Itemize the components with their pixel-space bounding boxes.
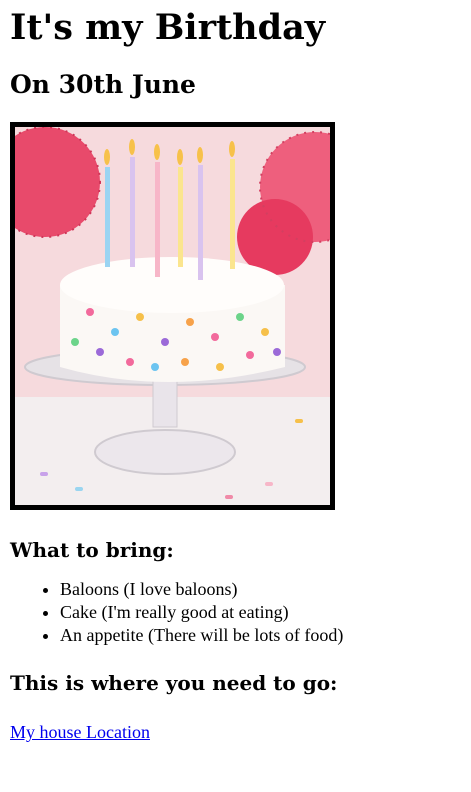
- house-location-link[interactable]: My house Location: [10, 721, 150, 743]
- list-item: An appetite (There will be lots of food): [60, 624, 461, 647]
- bring-list: Baloons (I love baloons) Cake (I'm reall…: [10, 578, 461, 647]
- page: It's my Birthday On 30th June What to br…: [0, 0, 471, 743]
- page-title: It's my Birthday: [10, 7, 326, 48]
- birthday-cake-image: [15, 127, 330, 505]
- list-item: Cake (I'm really good at eating): [60, 601, 461, 624]
- cake-photo: [10, 122, 335, 510]
- location-heading: This is where you need to go:: [10, 671, 338, 695]
- list-item: Baloons (I love baloons): [60, 578, 461, 601]
- date-heading: On 30th June: [10, 70, 196, 99]
- what-to-bring-heading: What to bring:: [10, 538, 174, 562]
